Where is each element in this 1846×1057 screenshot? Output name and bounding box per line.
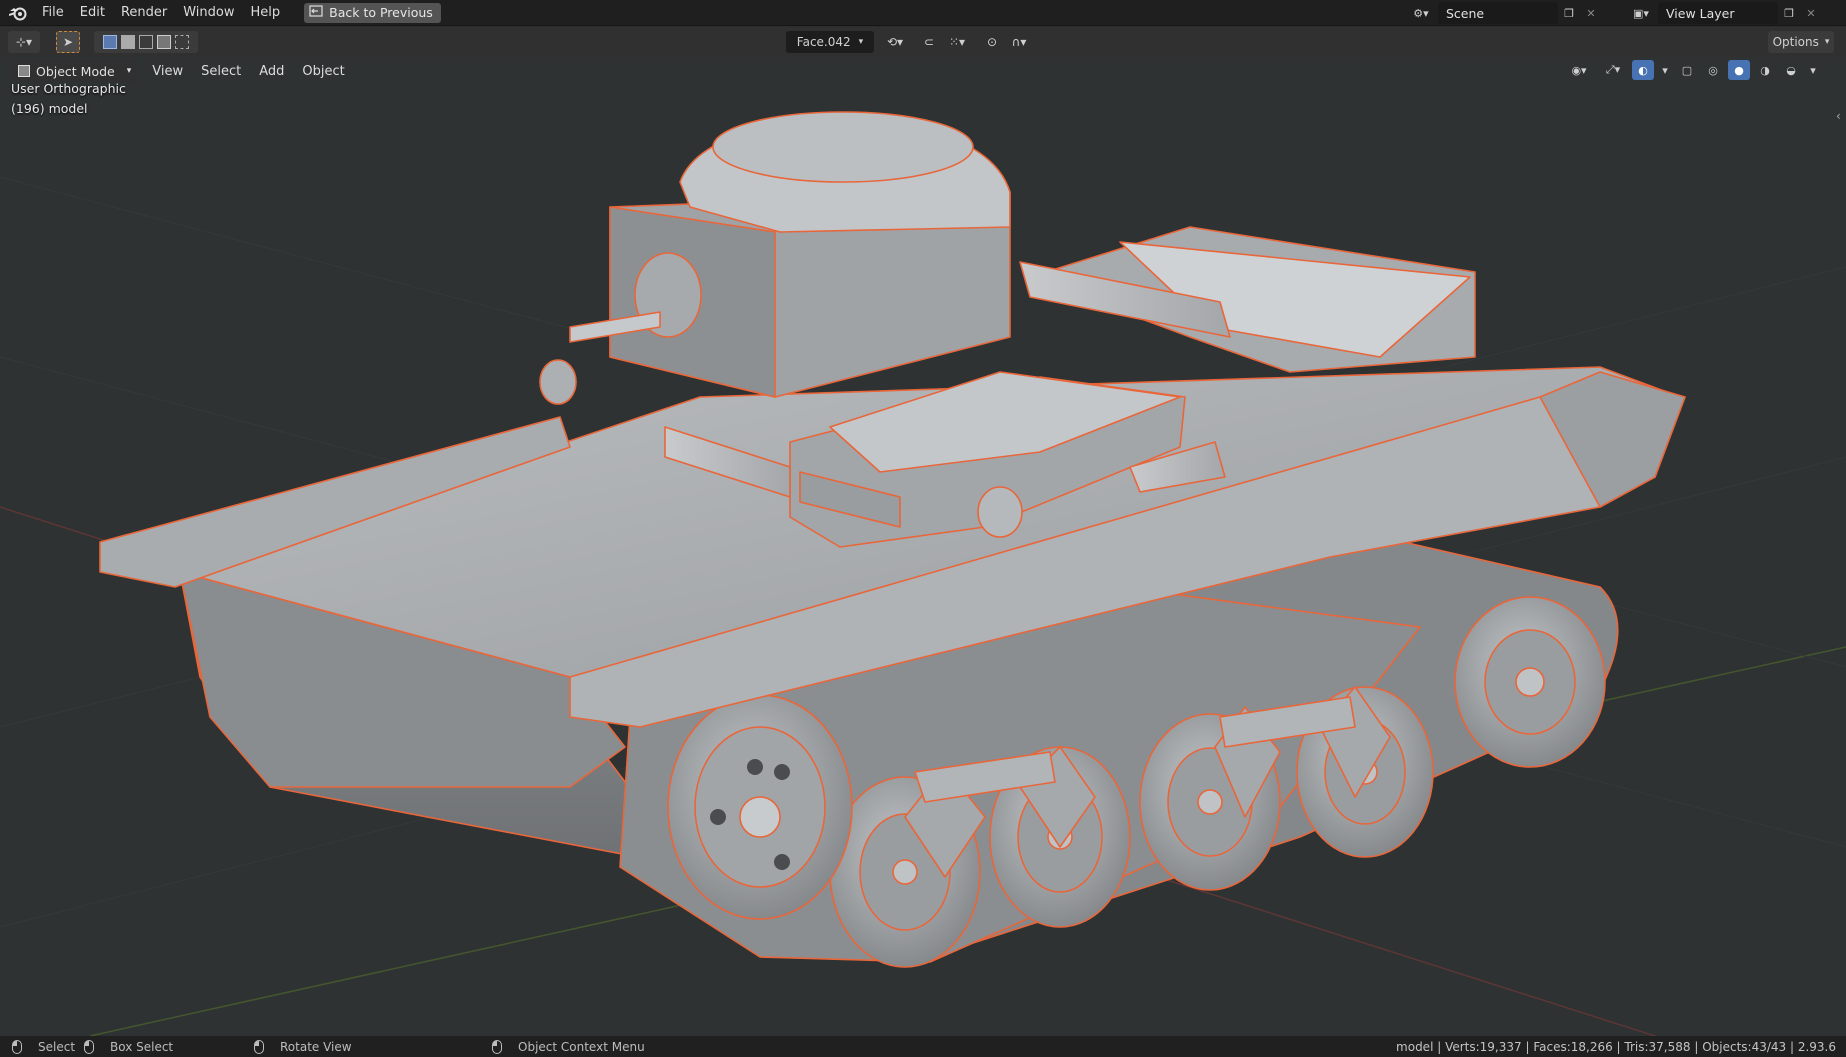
mouse-icon — [254, 1039, 264, 1054]
solid-shading-icon[interactable]: ● — [1728, 60, 1750, 80]
select-cursor-icon[interactable]: ➤ — [56, 31, 80, 53]
menu-window[interactable]: Window — [175, 0, 242, 26]
back-button-label: Back to Previous — [329, 5, 433, 20]
new-view-layer-icon[interactable]: ❐ — [1778, 3, 1800, 23]
back-to-previous-button[interactable]: Back to Previous — [304, 2, 441, 23]
status-select: Select — [12, 1039, 76, 1054]
object-mode-icon — [18, 65, 30, 77]
idler-wheel — [1454, 596, 1606, 768]
shading-dropdown-icon[interactable]: ▾ — [1806, 60, 1820, 80]
3d-viewport[interactable]: User Orthographic (196) model ‹ — [0, 27, 1846, 1036]
face-dropdown-label: Face.042 — [796, 35, 851, 49]
status-context-label: Object Context Menu — [518, 1039, 645, 1054]
menu-file[interactable]: File — [34, 0, 72, 26]
view-layer-selector: ▣▾ View Layer ❐ ✕ — [1630, 2, 1822, 24]
editor-type-icon[interactable]: ⊹▾ — [8, 31, 40, 53]
select-extend-icon[interactable] — [121, 35, 135, 49]
status-bar: Select Box Select Rotate View Object Con… — [0, 1036, 1846, 1057]
object-mode-label: Object Mode — [36, 63, 115, 79]
new-scene-icon[interactable]: ❐ — [1558, 3, 1580, 23]
status-context-menu: Object Context Menu — [492, 1039, 645, 1054]
object-menu[interactable]: Object — [293, 64, 353, 79]
chevron-down-icon: ▾ — [1824, 37, 1830, 47]
status-rotate-view: Rotate View — [254, 1039, 352, 1054]
overlay-dropdown-icon[interactable]: ▾ — [1658, 60, 1672, 80]
turret-side-light — [539, 359, 577, 405]
status-box-select-label: Box Select — [110, 1039, 174, 1054]
status-rotate-label: Rotate View — [280, 1039, 352, 1054]
delete-view-layer-icon[interactable]: ✕ — [1800, 3, 1822, 23]
scene-selector: ⚙▾ Scene ❐ ✕ — [1410, 2, 1602, 24]
mouse-icon — [492, 1039, 502, 1054]
select-intersect-icon[interactable] — [175, 35, 189, 49]
hull-light — [977, 486, 1023, 538]
viewport-display-controls: ◉▾ ⤢▾ ◐ ▾ ▢ ◎ ● ◑ ◒ ▾ — [1564, 60, 1820, 80]
menu-render[interactable]: Render — [113, 0, 175, 26]
chevron-down-icon: ▾ — [858, 37, 864, 47]
scene-field[interactable]: Scene — [1438, 2, 1558, 24]
xray-icon[interactable]: ▢ — [1676, 60, 1698, 80]
overlay-icon[interactable]: ◐ — [1632, 60, 1654, 80]
blender-logo-icon[interactable] — [8, 3, 28, 23]
falloff-icon[interactable]: ∩▾ — [1004, 31, 1034, 53]
menu-help[interactable]: Help — [243, 0, 289, 26]
object-info: (196) model — [11, 101, 88, 116]
sidebar-toggle-icon[interactable]: ‹ — [1836, 109, 1841, 123]
face-dropdown[interactable]: Face.042 ▾ — [786, 31, 874, 53]
select-new-icon[interactable] — [103, 35, 117, 49]
tool-header: ⊹▾ ➤ Face.042 ▾ ⟲▾ ⊂ ⁙▾ ⊙ ∩▾ Options ▾ — [0, 27, 1846, 57]
object-mode-dropdown[interactable]: Object Mode ▾ — [12, 60, 138, 82]
mouse-icon — [12, 1039, 22, 1054]
delete-scene-icon[interactable]: ✕ — [1580, 3, 1602, 23]
options-dropdown[interactable]: Options ▾ — [1768, 31, 1834, 53]
options-label: Options — [1772, 35, 1819, 49]
select-menu[interactable]: Select — [192, 64, 250, 79]
view-layer-field[interactable]: View Layer — [1658, 2, 1778, 24]
tank-model — [99, 111, 1686, 968]
scene-icon[interactable]: ⚙▾ — [1410, 3, 1432, 23]
pivot-icon[interactable]: ⟲▾ — [880, 31, 910, 53]
menu-edit[interactable]: Edit — [72, 0, 113, 26]
rendered-shading-icon[interactable]: ◒ — [1780, 60, 1802, 80]
gizmo-icon[interactable]: ⤢▾ — [1598, 60, 1628, 80]
status-select-label: Select — [38, 1039, 76, 1054]
viewport-scene — [0, 111, 1846, 1036]
top-menu-bar: File Edit Render Window Help Back to Pre… — [0, 0, 1846, 26]
status-box-select: Box Select — [84, 1039, 174, 1054]
select-invert-icon[interactable] — [157, 35, 171, 49]
select-subtract-icon[interactable] — [139, 35, 153, 49]
view-layer-icon[interactable]: ▣▾ — [1630, 3, 1652, 23]
proportional-icon[interactable]: ⊙ — [982, 31, 1002, 53]
scene-statistics: model | Verts:19,337 | Faces:18,266 | Tr… — [1396, 1039, 1836, 1054]
snap-icon[interactable]: ⁙▾ — [940, 31, 974, 53]
back-icon — [309, 5, 323, 20]
material-shading-icon[interactable]: ◑ — [1754, 60, 1776, 80]
add-menu[interactable]: Add — [250, 64, 293, 79]
select-mode-icons[interactable] — [94, 31, 198, 53]
viewport-header: Object Mode ▾ View Select Add Object ◉▾ … — [0, 58, 1846, 84]
wireframe-shading-icon[interactable]: ◎ — [1702, 60, 1724, 80]
turret-hatch — [712, 111, 974, 183]
view-menu[interactable]: View — [143, 64, 192, 79]
drive-sprocket — [667, 694, 853, 920]
snap-magnet-icon[interactable]: ⊂ — [918, 31, 940, 53]
mouse-icon — [84, 1039, 94, 1054]
visibility-icon[interactable]: ◉▾ — [1564, 60, 1594, 80]
chevron-down-icon: ▾ — [126, 66, 132, 76]
